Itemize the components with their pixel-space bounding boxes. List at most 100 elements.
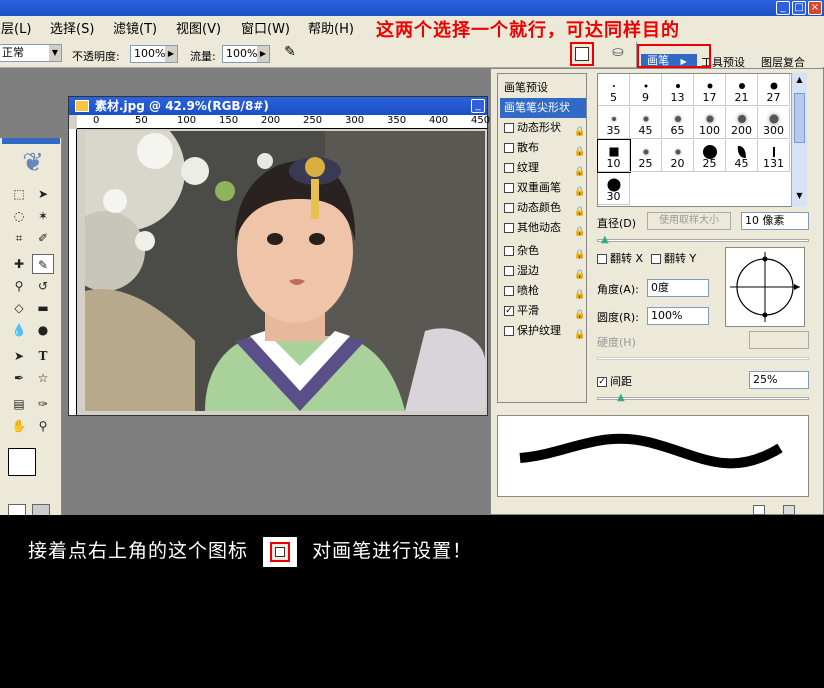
brush-setting-item[interactable]: 其他动态 🔒 [500,218,586,238]
pen-tool-icon[interactable]: ✒ [8,368,30,388]
brush-tip[interactable]: 17 [694,74,726,106]
move-tool-icon[interactable]: ➤ [32,184,54,204]
brush-tip[interactable]: 200 [726,107,758,139]
brush-setting-item[interactable]: 画笔预设 [500,78,586,98]
clone-stamp-icon[interactable]: ⚲ [8,276,30,296]
brush-tip[interactable]: 45 [726,140,758,172]
tip-grid-scrollbar[interactable]: ▲ ▼ [791,73,807,207]
brush-tip[interactable]: 45 [630,107,662,139]
setting-checkbox[interactable] [504,326,514,336]
blur-tool-icon[interactable]: 💧 [8,320,30,340]
setting-checkbox[interactable] [504,163,514,173]
brush-tip[interactable]: 131 [758,140,790,172]
minimize-button[interactable]: _ [776,1,790,15]
brush-angle-widget[interactable] [725,247,805,327]
hardness-field[interactable] [749,331,809,349]
standard-mode-icon[interactable] [8,504,26,515]
gradient-tool-icon[interactable]: ▬ [32,298,54,318]
brush-tip[interactable]: 300 [758,107,790,139]
brush-tip[interactable]: 30 [598,173,630,205]
new-brush-icon[interactable] [753,505,765,515]
path-select-icon[interactable]: ➤ [8,346,30,366]
lock-icon[interactable]: 🔒 [574,122,585,137]
brush-setting-item[interactable]: 动态形状 🔒 [500,118,586,138]
setting-checkbox[interactable] [504,203,514,213]
brush-tip[interactable]: 27 [758,74,790,106]
lock-icon[interactable]: 🔒 [574,202,585,217]
setting-checkbox[interactable] [504,286,514,296]
notes-tool-icon[interactable]: ▤ [8,394,30,414]
quickmask-mode-icon[interactable] [32,504,50,515]
setting-checkbox[interactable] [504,123,514,133]
hardness-slider[interactable] [597,357,809,360]
lock-icon[interactable]: 🔒 [574,222,585,237]
lock-icon[interactable]: 🔒 [574,162,585,177]
slider-handle-icon[interactable]: ▲ [617,392,625,403]
spacing-checkbox[interactable]: ✓ 间距 [597,373,632,389]
lock-icon[interactable]: 🔒 [574,285,585,300]
brush-tool-icon[interactable]: ✎ [32,254,54,274]
brush-tip[interactable]: 10 [597,139,631,173]
scroll-thumb[interactable] [794,93,805,143]
marquee-tool-icon[interactable]: ⬚ [8,184,30,204]
crop-tool-icon[interactable]: ⌗ [8,228,30,248]
brush-setting-item[interactable]: 画笔笔尖形状 [500,98,586,118]
setting-checkbox[interactable] [504,246,514,256]
flip-y-checkbox[interactable]: 翻转 Y [651,250,696,266]
tool-preset-icon[interactable]: ⛀ [606,44,630,64]
lock-icon[interactable]: 🔒 [574,265,585,280]
brush-tip[interactable]: 5 [598,74,630,106]
setting-checkbox[interactable]: ✓ [504,306,514,316]
lock-icon[interactable]: 🔒 [574,142,585,157]
brush-setting-item[interactable]: 动态颜色 🔒 [500,198,586,218]
chevron-down-icon[interactable]: ▼ [794,191,805,203]
opacity-field[interactable]: 100% ▶ [130,45,178,63]
brush-setting-item[interactable]: 双重画笔 🔒 [500,178,586,198]
foreground-color-swatch[interactable] [8,448,36,476]
chevron-up-icon[interactable]: ▲ [794,75,805,87]
brush-tip[interactable]: 21 [726,74,758,106]
setting-checkbox[interactable] [504,183,514,193]
zoom-tool-icon[interactable]: ⚲ [32,416,54,436]
history-brush-icon[interactable]: ↺ [32,276,54,296]
lock-icon[interactable]: 🔒 [574,305,585,320]
brush-setting-item[interactable]: 保护纹理 🔒 [500,321,586,341]
brush-tip[interactable]: 65 [662,107,694,139]
shape-tool-icon[interactable]: ☆ [32,368,54,388]
eyedropper-icon[interactable]: ✑ [32,394,54,414]
brush-tip[interactable]: 25 [630,140,662,172]
brush-setting-item[interactable]: 杂色 🔒 [500,241,586,261]
slice-tool-icon[interactable]: ✐ [32,228,54,248]
roundness-field[interactable]: 100% [647,307,709,325]
brush-tip[interactable]: 9 [630,74,662,106]
spacing-slider[interactable] [597,397,809,400]
brush-setting-item[interactable]: 纹理 🔒 [500,158,586,178]
menu-filter[interactable]: 滤镜(T) [113,18,157,37]
healing-brush-icon[interactable]: ✚ [8,254,30,274]
brush-tip[interactable]: 20 [662,140,694,172]
slider-handle-icon[interactable]: ▲ [601,234,609,245]
menu-window[interactable]: 窗口(W) [241,18,290,37]
lasso-tool-icon[interactable]: ◌ [8,206,30,226]
lock-icon[interactable]: 🔒 [574,245,585,260]
use-sample-size-button[interactable]: 使用取样大小 [647,212,731,230]
diameter-field[interactable]: 10 像素 [741,212,809,230]
flow-field[interactable]: 100% ▶ [222,45,270,63]
angle-field[interactable]: 0度 [647,279,709,297]
spacing-field[interactable]: 25% [749,371,809,389]
brush-palette-toggle-button[interactable] [570,42,594,66]
menu-help[interactable]: 帮助(H) [308,18,354,37]
close-button[interactable]: × [808,1,822,15]
setting-checkbox[interactable] [504,266,514,276]
dodge-tool-icon[interactable]: ● [32,320,54,340]
type-tool-icon[interactable]: T [32,346,54,366]
hand-tool-icon[interactable]: ✋ [8,416,30,436]
flip-x-checkbox[interactable]: 翻转 X [597,250,643,266]
brush-tip[interactable]: 100 [694,107,726,139]
brush-setting-item[interactable]: 湿边 🔒 [500,261,586,281]
doc-minimize-button[interactable]: _ [471,99,485,113]
brush-tip[interactable]: 35 [598,107,630,139]
lock-icon[interactable]: 🔒 [574,325,585,340]
canvas-photo[interactable] [85,131,485,411]
mode-select[interactable]: 正常 ▼ [0,44,62,62]
